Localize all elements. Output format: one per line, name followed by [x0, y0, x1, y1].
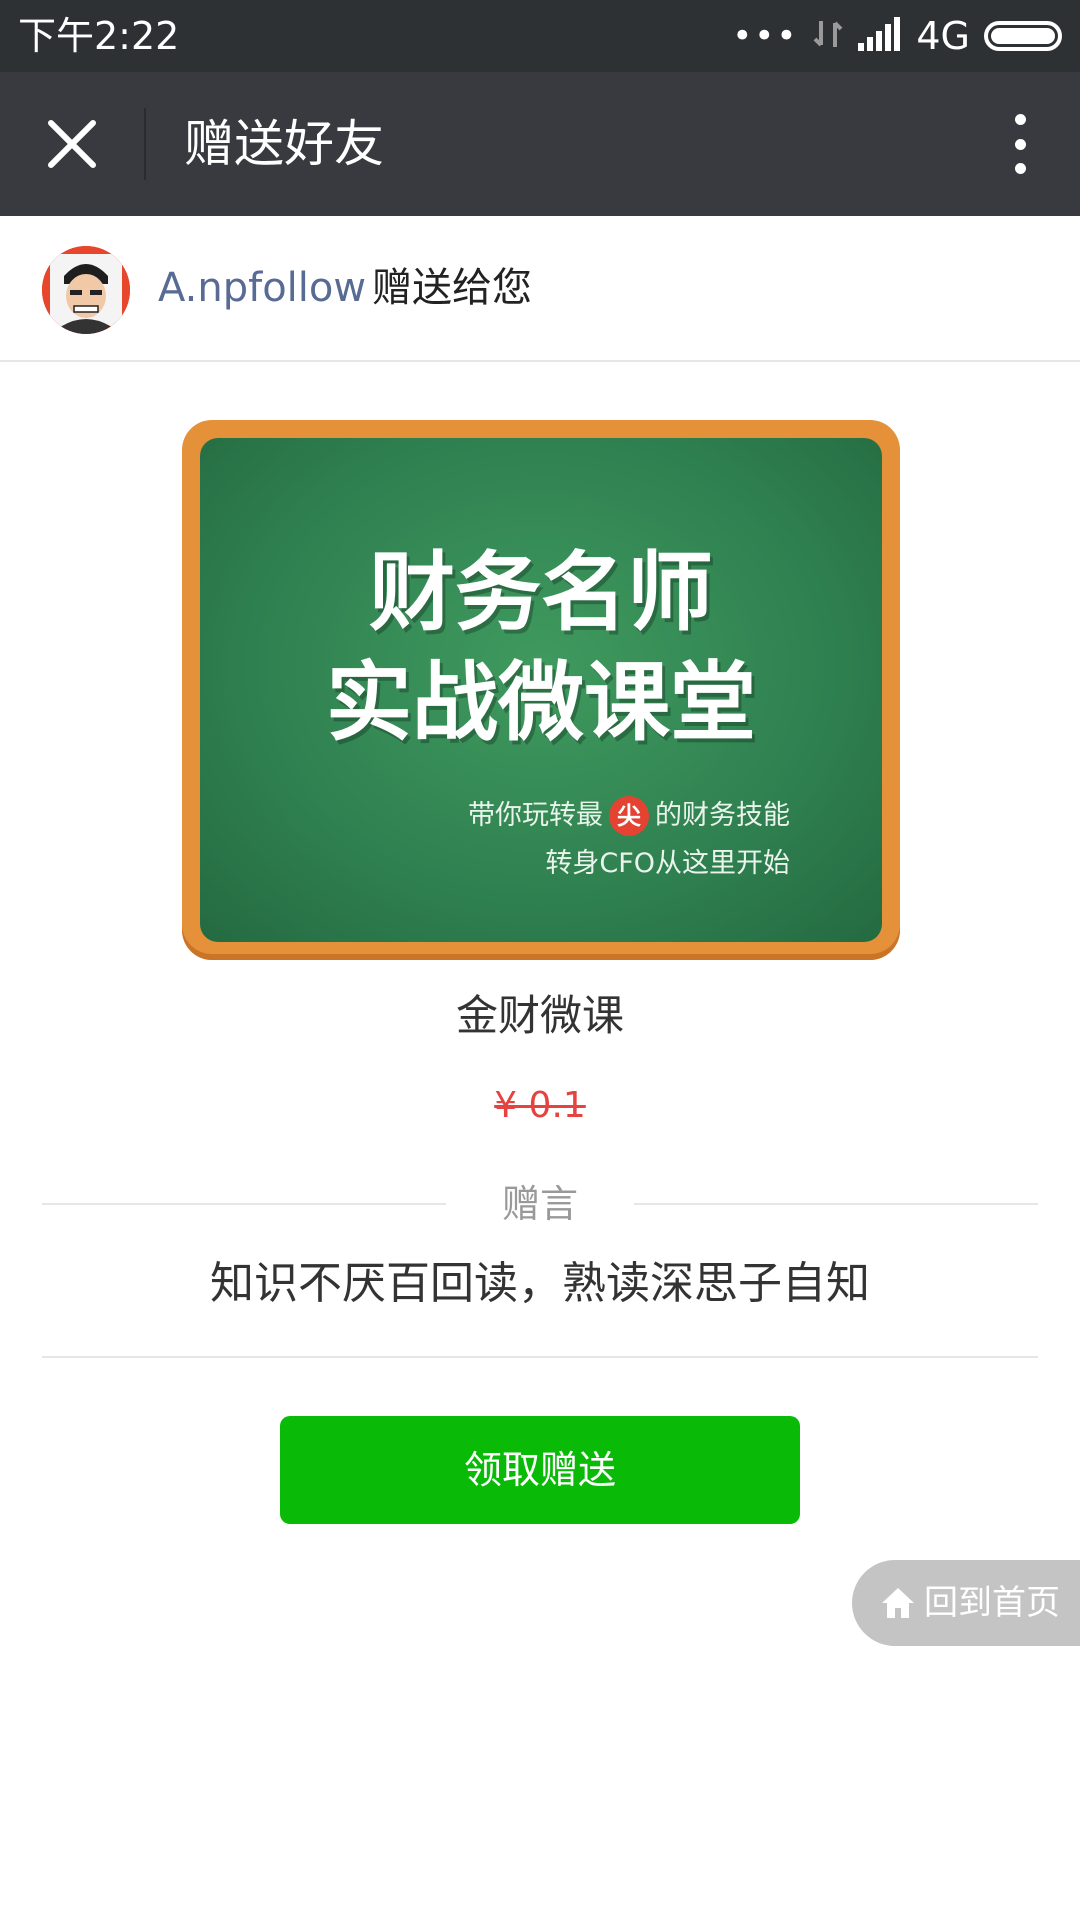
- product-price: ¥ 0.1: [494, 1085, 586, 1126]
- page-title: 赠送好友: [184, 115, 384, 173]
- sender-row: A.npfollow 赠送给您: [0, 216, 1080, 362]
- message-text: 知识不厌百回读，熟读深思子自知: [210, 1258, 870, 1309]
- signal-bars-icon: [858, 17, 902, 55]
- message-divider-bottom: [42, 1356, 1038, 1358]
- title-bar: 赠送好友: [0, 72, 1080, 216]
- cover-tagline-1: 带你玩转最尖的财务技能: [468, 796, 790, 836]
- home-button-label: 回到首页: [924, 1583, 1060, 1623]
- home-icon: [882, 1588, 914, 1618]
- battery-icon: [984, 21, 1062, 51]
- cover-title-line2: 实战微课堂: [326, 653, 756, 753]
- claim-gift-button[interactable]: 领取赠送: [280, 1416, 800, 1524]
- status-icons: ••• 4G: [732, 12, 1062, 60]
- cover-tagline-1-before: 带你玩转最: [468, 800, 603, 831]
- sender-action-text: 赠送给您: [372, 265, 532, 311]
- cover-tagline-2: 转身CFO从这里开始: [545, 848, 790, 879]
- cover-tagline-1-after: 的财务技能: [655, 800, 790, 831]
- battery-level: [991, 28, 1055, 44]
- cover-title-line1: 财务名师: [369, 543, 713, 643]
- home-button[interactable]: 回到首页: [852, 1560, 1080, 1646]
- cover-tag-badge: 尖: [609, 796, 649, 836]
- status-bar: 下午2:22 ••• 4G: [0, 0, 1080, 72]
- signal-arrows-icon: [812, 17, 844, 55]
- chalkboard: 财务名师 实战微课堂 带你玩转最尖的财务技能 转身CFO从这里开始: [200, 438, 882, 942]
- close-button[interactable]: [36, 108, 108, 180]
- more-vertical-icon[interactable]: [1000, 108, 1040, 180]
- course-cover-image[interactable]: 财务名师 实战微课堂 带你玩转最尖的财务技能 转身CFO从这里开始: [182, 420, 900, 960]
- sender-name-link[interactable]: A.npfollow: [158, 258, 366, 318]
- network-type: 4G: [916, 14, 970, 58]
- avatar[interactable]: [42, 246, 130, 334]
- title-divider: [144, 108, 146, 180]
- close-icon: [48, 120, 96, 168]
- message-header: 赠言: [42, 1176, 1038, 1232]
- message-divider-right: [634, 1203, 1038, 1205]
- avatar-image: [42, 246, 130, 334]
- more-dots-indicator: •••: [732, 16, 799, 56]
- status-time: 下午2:22: [18, 14, 180, 58]
- product-name: 金财微课: [455, 991, 624, 1040]
